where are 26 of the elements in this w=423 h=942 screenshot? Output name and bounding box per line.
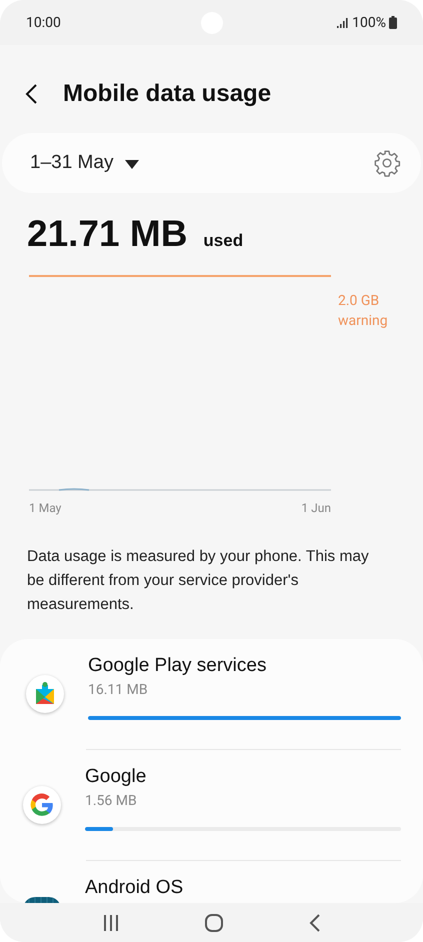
app-usage: 16.11 MB: [88, 682, 149, 698]
info-text: Data usage is measured by your phone. This may be different from your service provider's measurements.: [27, 547, 370, 615]
settings-button[interactable]: [373, 149, 401, 177]
dropdown-caret-icon: [125, 160, 140, 168]
warning-label: 2.0 GB warning: [338, 292, 389, 331]
rounded-square-icon: [204, 912, 224, 932]
chevron-left-icon: [308, 914, 321, 932]
signal-icon: [337, 18, 350, 28]
app-name: Google: [85, 766, 148, 788]
app-icon: [26, 675, 64, 713]
app-name: Google Play services: [88, 655, 268, 677]
app-icon: [23, 786, 61, 824]
status-time: 10:00: [26, 14, 61, 30]
app-row[interactable]: Google 1.56 MB: [86, 749, 401, 860]
battery-percent: 100%: [352, 14, 386, 30]
axis-label: 1 May: [29, 501, 62, 515]
app-row[interactable]: Google Play services 16.11 MB: [26, 639, 401, 749]
three-lines-icon: [102, 914, 120, 932]
page-title: Mobile data usage: [63, 80, 272, 108]
axis-label: 1 Jun: [301, 501, 331, 515]
usage-label: used: [203, 231, 244, 251]
battery-icon: [389, 16, 397, 29]
app-usage: 1.56 MB: [85, 793, 138, 809]
app-name: Android OS: [85, 877, 184, 899]
period-dropdown[interactable]: 1–31 May: [30, 152, 140, 174]
usage-amount: 21.71 MB: [27, 213, 188, 255]
